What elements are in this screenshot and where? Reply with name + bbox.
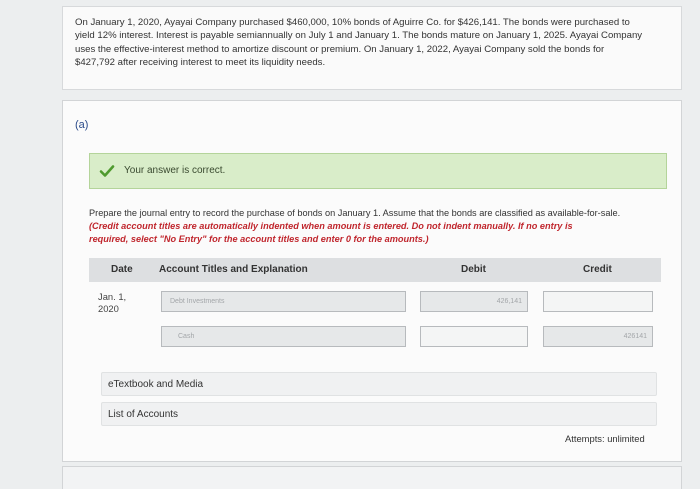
feedback-text: Your answer is correct.	[124, 165, 226, 176]
etextbook-link[interactable]: eTextbook and Media	[101, 372, 657, 396]
credit-field-2[interactable]: 426141	[543, 326, 653, 347]
problem-line: On January 1, 2020, Ayayai Company purch…	[75, 17, 630, 28]
list-of-accounts-link[interactable]: List of Accounts	[101, 402, 657, 426]
account-title-field-2[interactable]: Cash	[161, 326, 406, 347]
instructions-plain: Prepare the journal entry to record the …	[89, 208, 621, 218]
header-credit: Credit	[583, 264, 612, 275]
journal-table-header: Date Account Titles and Explanation Debi…	[89, 258, 661, 282]
credit-field-1[interactable]	[543, 291, 653, 312]
part-label: (a)	[75, 119, 89, 131]
header-date: Date	[111, 264, 133, 275]
header-debit: Debit	[461, 264, 486, 275]
entry-date: Jan. 1, 2020	[98, 291, 126, 315]
check-icon	[99, 165, 115, 177]
entry-date-line1: Jan. 1,	[98, 291, 127, 302]
problem-line: uses the effective-interest method to am…	[75, 43, 605, 55]
account-title-field-1[interactable]: Debt Investments	[161, 291, 406, 312]
instructions-emphasis-2: required, select "No Entry" for the acco…	[89, 233, 429, 244]
feedback-correct-box: Your answer is correct.	[89, 153, 667, 189]
part-a-panel: (a) Your answer is correct. Prepare the …	[62, 100, 682, 462]
problem-statement: On January 1, 2020, Ayayai Company purch…	[62, 6, 682, 90]
attempts-label: Attempts: unlimited	[565, 433, 645, 444]
problem-line: $427,792 after receiving interest to mee…	[75, 57, 326, 69]
debit-field-1[interactable]: 426,141	[420, 291, 528, 312]
instructions-emphasis-1: (Credit account titles are automatically…	[89, 220, 573, 231]
entry-date-line2: 2020	[98, 303, 119, 314]
debit-field-2[interactable]	[420, 326, 528, 347]
next-part-panel	[62, 466, 682, 489]
header-account-titles: Account Titles and Explanation	[159, 264, 308, 275]
problem-line: yield 12% interest. Interest is payable …	[75, 30, 643, 42]
instructions: Prepare the journal entry to record the …	[89, 207, 675, 245]
